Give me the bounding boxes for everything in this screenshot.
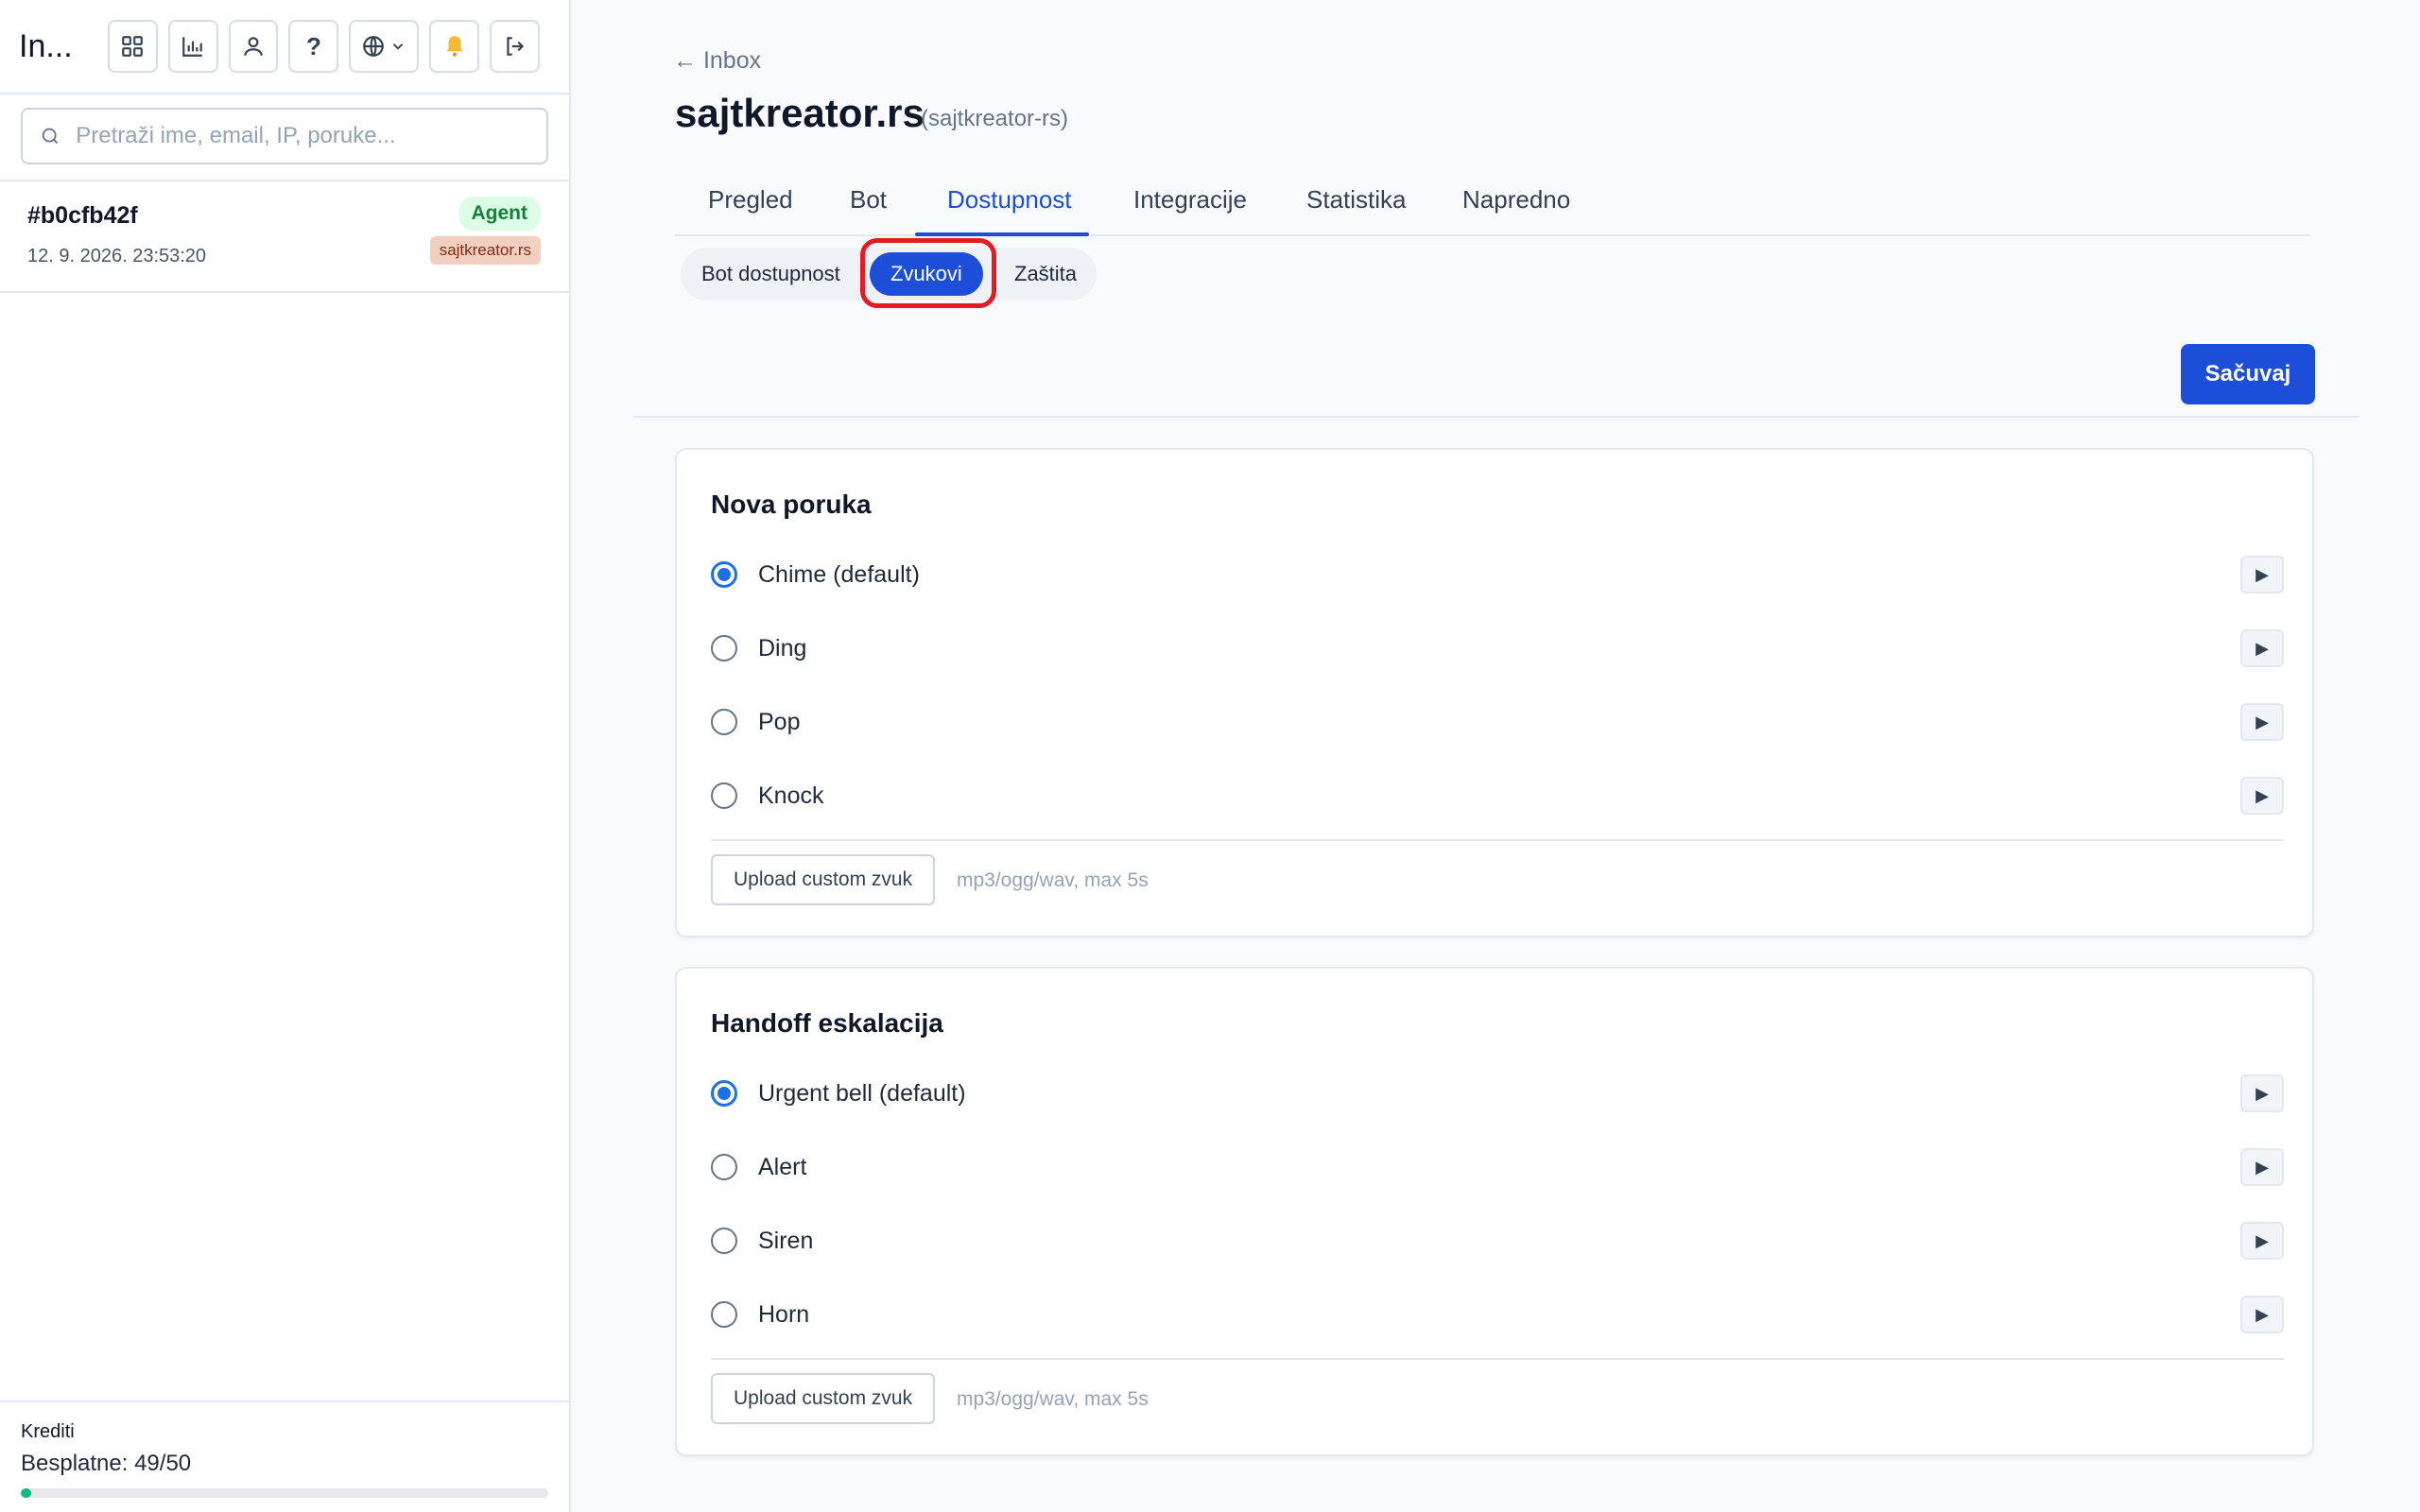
search-icon [42,128,59,145]
header-divider [633,416,2360,418]
sound-option-label: Siren [758,1227,814,1254]
credits-progress [21,1488,548,1498]
sound-option[interactable]: Alert ▶ [711,1146,2284,1188]
sound-option-label: Knock [758,782,824,809]
stats-button[interactable] [167,20,218,73]
active-tab-indicator [915,232,1089,236]
radio-button[interactable] [711,1301,737,1328]
sound-option-label: Chime (default) [758,560,920,588]
tab-dostupnost[interactable]: Dostupnost [947,185,1072,215]
play-icon: ▶ [2256,1304,2269,1324]
sound-option[interactable]: Chime (default) ▶ [711,554,2284,595]
play-icon: ▶ [2256,1230,2269,1250]
user-icon [244,37,263,56]
sound-section-new-message: Nova poruka Chime (default) ▶ Ding ▶ Pop… [675,448,2314,937]
radio-button[interactable] [711,1228,737,1254]
radio-button[interactable] [711,1154,737,1180]
tab-statistika[interactable]: Statistika [1306,185,1407,215]
site-badge: sajtkreator.rs [429,236,541,265]
play-button[interactable]: ▶ [2240,629,2284,667]
sound-option[interactable]: Siren ▶ [711,1220,2284,1262]
logout-icon [506,37,524,56]
sidebar-header: In... ? [0,0,569,94]
sound-option[interactable]: Pop ▶ [711,701,2284,743]
play-icon: ▶ [2256,1083,2269,1103]
sound-option-label: Alert [758,1153,807,1180]
sound-option-label: Horn [758,1300,810,1328]
globe-icon [363,36,385,57]
logout-button[interactable] [490,20,541,73]
credits-panel: Krediti Besplatne: 49/50 [0,1400,569,1512]
notifications-button[interactable] [429,20,480,73]
section-title: Nova poruka [711,490,872,519]
conversation-time: 12. 9. 2026. 23:53:20 [27,246,207,266]
play-button[interactable]: ▶ [2240,777,2284,815]
upload-hint: mp3/ogg/wav, max 5s [957,1388,1149,1410]
credits-progress-fill [21,1488,32,1498]
section-divider [711,839,2284,841]
credits-label: Krediti [21,1421,75,1442]
upload-custom-sound-button[interactable]: Upload custom zvuk [711,1373,936,1424]
tab-bar: Pregled Bot Dostupnost Integracije Stati… [675,174,2310,236]
tab-napredno[interactable]: Napredno [1462,185,1570,215]
radio-button[interactable] [711,1080,737,1107]
highlight-box [860,238,996,308]
credits-value: Besplatne: 49/50 [21,1451,192,1476]
play-button[interactable]: ▶ [2240,703,2284,741]
sidebar: In... ? #b0cfb42f 12. 9. 2026 [0,0,571,1512]
radio-button[interactable] [711,782,737,809]
search-box[interactable] [21,108,548,164]
play-button[interactable]: ▶ [2240,1222,2284,1260]
conversation-item[interactable]: #b0cfb42f 12. 9. 2026. 23:53:20 Agent sa… [0,181,569,293]
help-button[interactable]: ? [288,20,339,73]
play-icon: ▶ [2256,564,2269,584]
sound-section-handoff: Handoff eskalacija Urgent bell (default)… [675,967,2314,1456]
status-badge: Agent [458,197,541,231]
main-content: ← Inbox sajtkreator.rs (sajtkreator-rs) … [573,0,2420,1512]
play-icon: ▶ [2256,638,2269,658]
radio-button[interactable] [711,709,737,735]
sound-option[interactable]: Ding ▶ [711,627,2284,669]
tab-integracije[interactable]: Integracije [1133,185,1247,215]
play-icon: ▶ [2256,785,2269,805]
bell-icon [445,36,463,57]
upload-hint: mp3/ogg/wav, max 5s [957,869,1149,891]
play-button[interactable]: ▶ [2240,556,2284,593]
sound-option[interactable]: Knock ▶ [711,775,2284,816]
sound-option-label: Pop [758,708,801,735]
tab-bot[interactable]: Bot [850,185,887,215]
back-link[interactable]: ← Inbox [673,47,761,75]
sound-option-label: Ding [758,634,807,662]
search-bar [0,94,569,181]
upload-custom-sound-button[interactable]: Upload custom zvuk [711,854,936,905]
help-icon: ? [306,31,321,60]
subtab-zastita[interactable]: Zaštita [1014,248,1077,301]
play-button[interactable]: ▶ [2240,1148,2284,1186]
section-divider [711,1358,2284,1360]
profile-button[interactable] [228,20,279,73]
language-button[interactable] [349,20,420,73]
search-input[interactable] [76,123,529,149]
sound-option-label: Urgent bell (default) [758,1079,966,1107]
play-button[interactable]: ▶ [2240,1074,2284,1112]
chevron-down-icon [393,43,404,50]
conversation-id: #b0cfb42f [27,202,138,229]
tab-pregled[interactable]: Pregled [708,185,793,215]
subtab-bot-dostupnost[interactable]: Bot dostupnost [701,248,840,301]
dashboard-button[interactable] [107,20,158,73]
play-icon: ▶ [2256,1157,2269,1177]
section-title: Handoff eskalacija [711,1008,943,1038]
radio-button[interactable] [711,561,737,588]
page-slug: (sajtkreator-rs) [921,106,1069,131]
sound-option[interactable]: Horn ▶ [711,1294,2284,1335]
play-button[interactable]: ▶ [2240,1296,2284,1333]
page-title: sajtkreator.rs [675,91,925,135]
chart-icon [182,37,202,57]
save-button[interactable]: Sačuvaj [2181,344,2315,404]
radio-button[interactable] [711,635,737,662]
play-icon: ▶ [2256,712,2269,731]
grid-icon [122,36,143,57]
app-title: In... [19,27,73,64]
sound-option[interactable]: Urgent bell (default) ▶ [711,1073,2284,1114]
